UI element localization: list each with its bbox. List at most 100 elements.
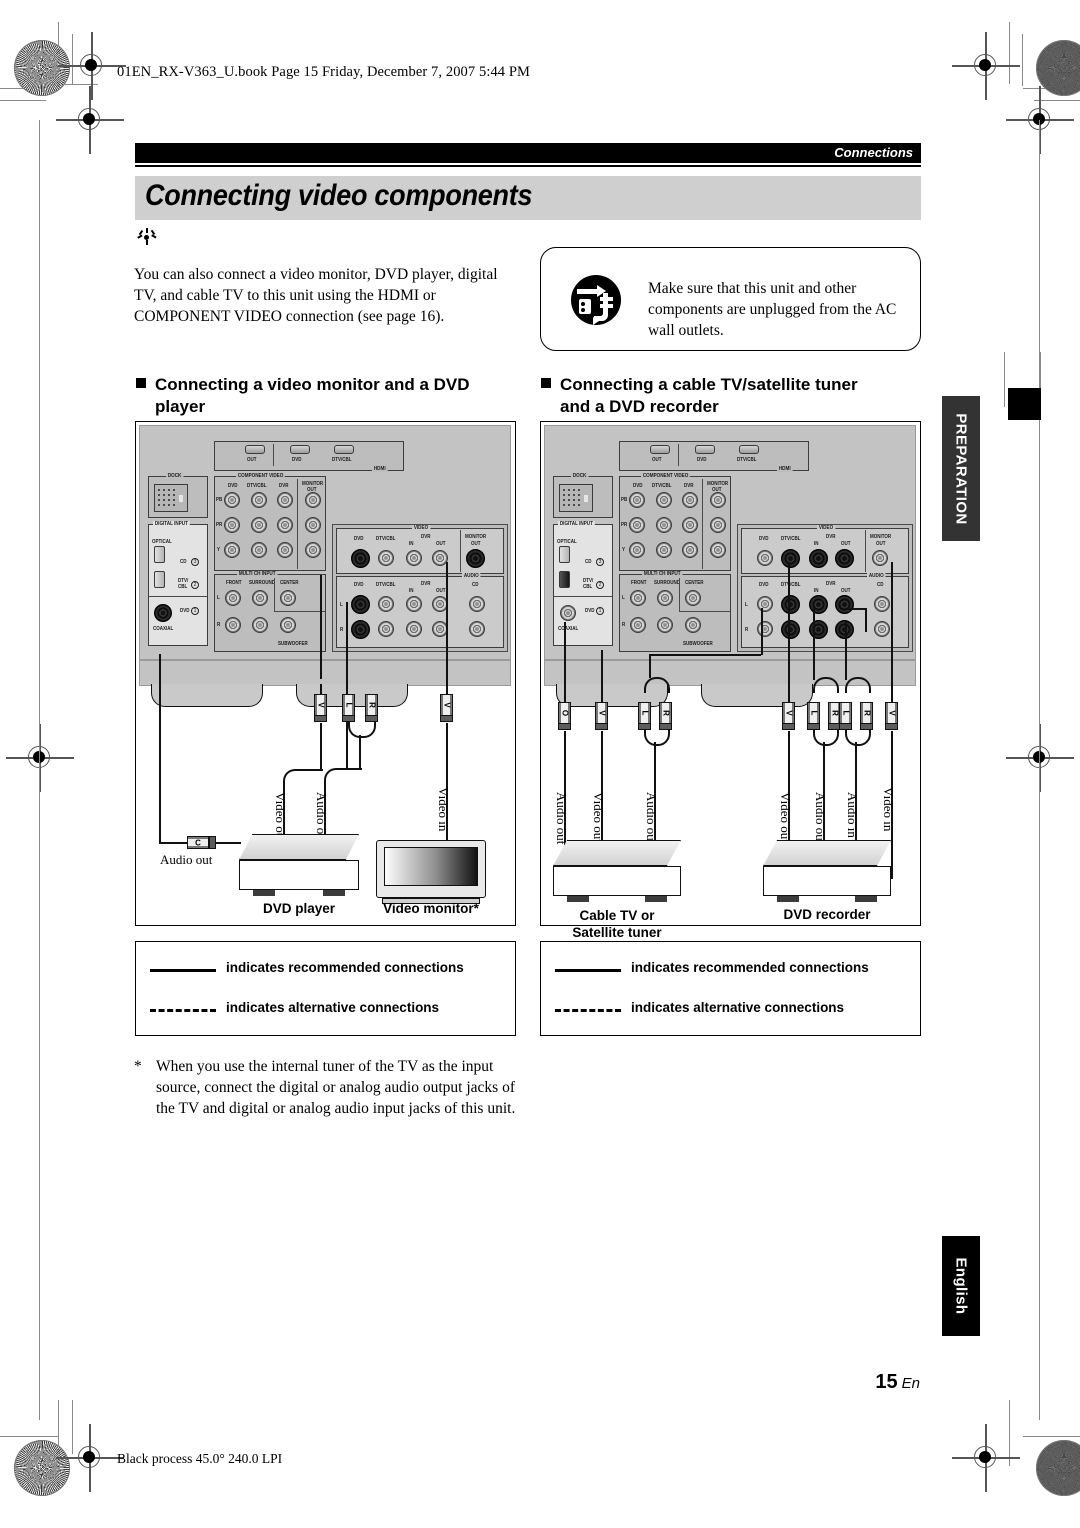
plug-label-r: R	[661, 710, 670, 716]
cv-jack	[224, 492, 240, 508]
subheading-right-line1: Connecting a cable TV/satellite tuner	[560, 375, 858, 394]
legend-left: indicates recommended connections indica…	[135, 941, 516, 1036]
audio-dvr-in-r-jack[interactable]	[809, 620, 828, 639]
cable-audio-trunk	[359, 735, 361, 770]
crop-line-top-right-v	[1009, 22, 1011, 84]
cv-row-pr: PR	[216, 522, 223, 528]
video-dvr-in-jack	[406, 550, 422, 566]
cv-jack	[710, 517, 726, 533]
receiver-foot-left	[151, 684, 263, 707]
mc-row-l: L	[622, 595, 625, 601]
audio-dtvcbl-r-jack[interactable]	[781, 620, 800, 639]
warning-box: Make sure that this unit and other compo…	[540, 247, 921, 351]
di-divider	[554, 596, 612, 597]
plug-cabletv-audio-l: L	[637, 702, 652, 730]
audio-dtvcbl-l-jack[interactable]	[781, 595, 800, 614]
intro-paragraph: You can also connect a video monitor, DV…	[134, 265, 498, 325]
plug-optical-o: O	[557, 702, 572, 730]
cv-jack	[251, 517, 267, 533]
plug-label-l: L	[344, 702, 353, 708]
audio-row-r: R	[340, 627, 344, 633]
cable-dvdrec-video-in	[891, 562, 893, 706]
plug-cabletv-audio-r: R	[658, 702, 673, 730]
mc-col-divider	[679, 578, 680, 611]
audio-dvd-r-jack[interactable]	[351, 620, 370, 639]
audio-dvr-label: DVR	[826, 581, 836, 587]
solid-line-sample-icon	[555, 969, 621, 972]
cv-col-dvr: DVR	[684, 483, 694, 489]
di-dvd-label: DVD	[585, 608, 595, 614]
audio-dvr-in-l-jack[interactable]	[809, 595, 828, 614]
video-monitor-out-label: MONITOR	[465, 534, 487, 540]
unplug-power-icon	[569, 273, 623, 327]
video-dvr-label: DVR	[826, 534, 836, 540]
video-dtvcbl-jack[interactable]	[781, 549, 800, 568]
audio-dvd-r-jack	[757, 621, 773, 637]
audio-dvd-l-jack[interactable]	[351, 595, 370, 614]
coaxial-dvd-jack[interactable]	[154, 604, 172, 622]
audio-cd-l-jack	[874, 596, 890, 612]
cv-jack	[682, 492, 698, 508]
cable-audio-dashed	[346, 602, 348, 769]
optical-cd-jack	[154, 546, 165, 563]
cable-audio-yoke	[348, 722, 376, 738]
video-dvr-out-jack[interactable]	[835, 549, 854, 568]
digital-input-group-label: DIGITAL INPUT	[558, 521, 595, 527]
warning-text: Make sure that this unit and other compo…	[648, 279, 897, 339]
mc-subwoofer-jack	[280, 617, 296, 633]
optical-dtvcbl-jack[interactable]	[559, 571, 570, 588]
cable-cabletv-audio-dashed-stub	[649, 654, 651, 678]
cv-jack	[305, 542, 321, 558]
registration-patch-right	[1008, 388, 1041, 420]
cable-coax-horizontal	[159, 842, 187, 844]
plug-cabletv-v: V	[594, 702, 609, 730]
hdmi-dvd-jack	[695, 445, 715, 454]
label-video-out-dvdrec: Video out	[778, 792, 793, 843]
video-dvr-in-jack[interactable]	[809, 549, 828, 568]
plug-dvdrec-video-out: V	[781, 702, 796, 730]
mc-jack	[280, 590, 296, 606]
cv-col-dtvcbl: DTV/CBL	[247, 483, 267, 489]
plug-label-v: V	[316, 702, 325, 708]
optical-label: OPTICAL	[557, 539, 577, 545]
running-head-rule	[135, 165, 921, 167]
coaxial-dvd-jack	[560, 605, 576, 621]
page-number-value: 15	[875, 1371, 898, 1393]
language-tab-english: English	[942, 1236, 980, 1336]
video-monitor-out-jack[interactable]	[466, 549, 485, 568]
plug-label-r: R	[830, 710, 839, 716]
cable-tv-tuner-label: Cable TV or Satellite tuner	[549, 907, 685, 941]
mc-jack	[252, 617, 268, 633]
cv-monitor-divider	[297, 479, 298, 569]
audio-dtvcbl-label: DTV/CBL	[376, 582, 396, 588]
label-video-out-cabletv: Video out	[591, 792, 606, 843]
plug-monitor-v: V	[439, 694, 454, 722]
di-dvd-number: 1	[596, 607, 604, 615]
mc-col-divider	[274, 578, 275, 611]
cv-jack	[629, 492, 645, 508]
hdmi-divider	[273, 444, 274, 466]
registration-cross-top-mid	[58, 32, 126, 100]
audio-out-label: OUT	[841, 588, 851, 594]
video-dtvcbl-label: DTV/CBL	[376, 536, 396, 542]
plug-label-o: O	[560, 709, 569, 717]
cv-jack	[224, 517, 240, 533]
registration-star-topleft	[14, 40, 70, 96]
crop-line-left-h2	[0, 100, 46, 102]
video-monitor-out-label2: OUT	[471, 541, 481, 547]
plug-label-v: V	[442, 702, 451, 708]
video-in-label: IN	[409, 541, 414, 547]
dvd-player-device	[239, 834, 359, 896]
audio-in-label: IN	[814, 588, 819, 594]
mc-row-r: R	[622, 622, 626, 628]
cv-col-dvd: DVD	[633, 483, 643, 489]
plug-dvdrec-audio-in-r: R	[859, 702, 874, 730]
cv-jack	[305, 517, 321, 533]
plug-video-out-v: V	[313, 694, 328, 722]
plug-label-v: V	[887, 710, 896, 716]
mc-jack	[630, 590, 646, 606]
plug-coax-c: C	[187, 835, 216, 850]
audio-dtvcbl-label: DTV/CBL	[781, 582, 801, 588]
audio-in-label: IN	[409, 588, 414, 594]
video-dvd-jack[interactable]	[351, 549, 370, 568]
